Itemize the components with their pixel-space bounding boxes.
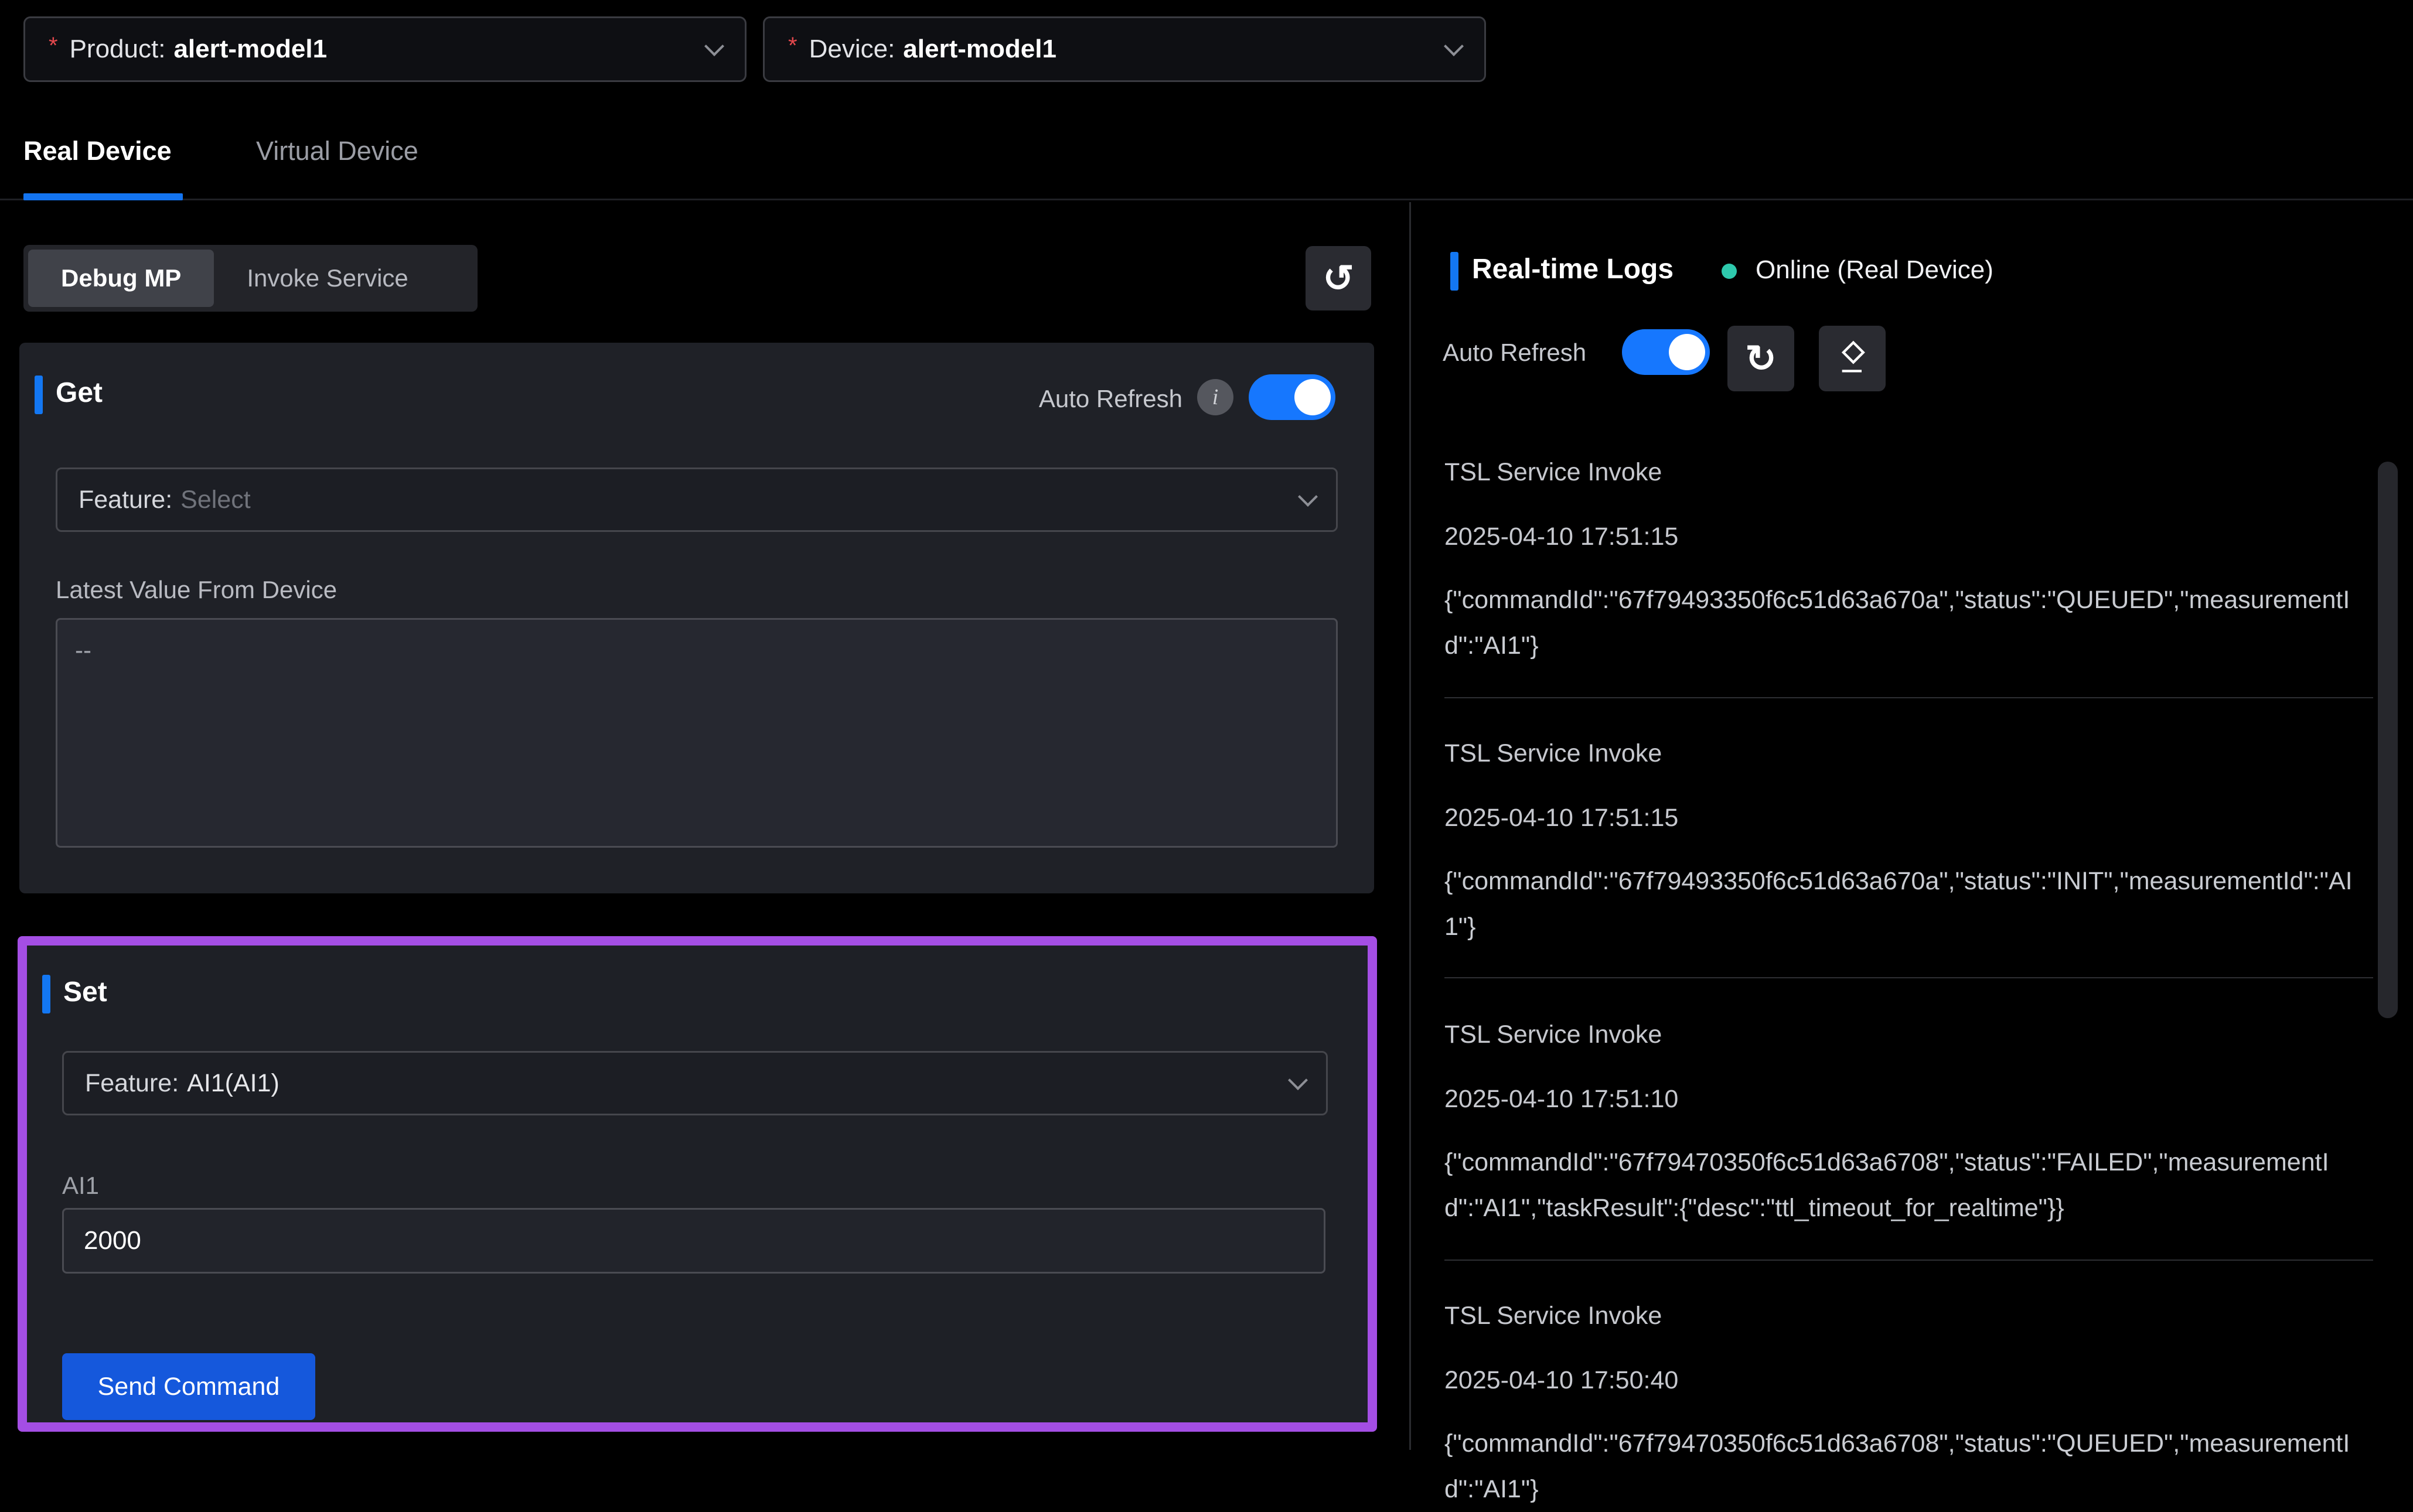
active-tab-indicator (23, 193, 183, 200)
feature-value: AI1(AI1) (187, 1069, 280, 1098)
online-status-dot (1722, 264, 1737, 279)
tab-track (0, 199, 2413, 200)
set-section-title: Set (63, 976, 107, 1008)
section-accent-bar (42, 975, 50, 1013)
send-command-button[interactable]: Send Command (62, 1353, 315, 1420)
param-input[interactable]: 2000 (62, 1208, 1325, 1274)
section-accent-bar (1450, 252, 1458, 291)
eraser-icon (1833, 340, 1871, 377)
product-select-value: alert-model1 (173, 35, 327, 64)
chevron-down-icon (1444, 36, 1464, 56)
logs-scrollbar[interactable] (2378, 462, 2398, 1018)
reset-icon: ↺ (1323, 260, 1354, 297)
log-divider (1444, 1260, 2373, 1261)
log-entry-time: 2025-04-10 17:51:15 (1444, 523, 1678, 551)
info-icon-glyph: i (1212, 384, 1219, 410)
get-card: Get Auto Refresh i Feature: Select Lates… (19, 343, 1374, 893)
required-asterisk: * (788, 33, 797, 59)
debug-mp-button[interactable]: Debug MP (28, 250, 214, 307)
toggle-knob (1669, 334, 1705, 370)
required-asterisk: * (49, 33, 58, 59)
device-select-label: Device: (809, 35, 895, 64)
latest-value-textarea[interactable]: -- (56, 618, 1338, 848)
log-entry-time: 2025-04-10 17:51:15 (1444, 804, 1678, 832)
log-entry-title: TSL Service Invoke (1444, 1020, 1662, 1049)
chevron-down-icon (704, 36, 724, 56)
product-select[interactable]: * Product: alert-model1 (23, 16, 747, 82)
section-accent-bar (35, 376, 43, 414)
log-entry-payload: {"commandId":"67f79493350f6c51d63a670a",… (1444, 858, 2376, 950)
log-entry-payload: {"commandId":"67f79470350f6c51d63a6708",… (1444, 1139, 2376, 1231)
get-section-title: Get (56, 377, 103, 409)
refresh-icon: ↻ (1745, 340, 1777, 377)
get-auto-refresh-toggle[interactable] (1249, 374, 1335, 420)
log-entry-title: TSL Service Invoke (1444, 739, 1662, 768)
logs-clear-button[interactable] (1819, 326, 1886, 391)
log-entry-time: 2025-04-10 17:50:40 (1444, 1366, 1678, 1395)
feature-label: Feature: (85, 1069, 179, 1098)
log-entry-title: TSL Service Invoke (1444, 1302, 1662, 1330)
mode-segmented-control: Debug MP Invoke Service (23, 245, 478, 312)
device-select-value: alert-model1 (903, 35, 1056, 64)
log-entry-payload: {"commandId":"67f79493350f6c51d63a670a",… (1444, 577, 2376, 668)
log-entry-time: 2025-04-10 17:51:10 (1444, 1085, 1678, 1114)
logs-auto-refresh-toggle[interactable] (1622, 329, 1710, 375)
log-entry-title: TSL Service Invoke (1444, 458, 1662, 487)
log-divider (1444, 977, 2373, 978)
logs-auto-refresh-label: Auto Refresh (1443, 339, 1586, 367)
online-status-text: Online (Real Device) (1756, 255, 1993, 285)
chevron-down-icon (1298, 487, 1318, 507)
product-select-label: Product: (70, 35, 166, 64)
info-icon[interactable]: i (1197, 379, 1233, 415)
log-divider (1444, 697, 2373, 698)
logs-refresh-button[interactable]: ↻ (1727, 326, 1794, 391)
param-label: AI1 (62, 1172, 99, 1200)
panel-divider (1409, 202, 1411, 1450)
log-entry-payload: {"commandId":"67f79470350f6c51d63a6708",… (1444, 1421, 2376, 1512)
reset-button[interactable]: ↺ (1306, 246, 1371, 310)
tab-real-device[interactable]: Real Device (23, 136, 172, 166)
param-input-value: 2000 (84, 1226, 141, 1255)
get-feature-select[interactable]: Feature: Select (56, 467, 1338, 532)
latest-value-label: Latest Value From Device (56, 576, 337, 604)
toggle-knob (1294, 379, 1331, 415)
invoke-service-button[interactable]: Invoke Service (214, 250, 441, 307)
get-auto-refresh-label: Auto Refresh (1015, 385, 1182, 413)
chevron-down-icon (1288, 1070, 1308, 1090)
feature-label: Feature: (79, 486, 172, 514)
device-select[interactable]: * Device: alert-model1 (763, 16, 1486, 82)
tab-virtual-device[interactable]: Virtual Device (256, 136, 418, 166)
realtime-logs-title: Real-time Logs (1472, 253, 1674, 285)
feature-placeholder: Select (180, 486, 251, 514)
set-feature-select[interactable]: Feature: AI1(AI1) (62, 1051, 1328, 1115)
set-card-highlighted: Set Feature: AI1(AI1) AI1 2000 Send Comm… (18, 936, 1377, 1432)
